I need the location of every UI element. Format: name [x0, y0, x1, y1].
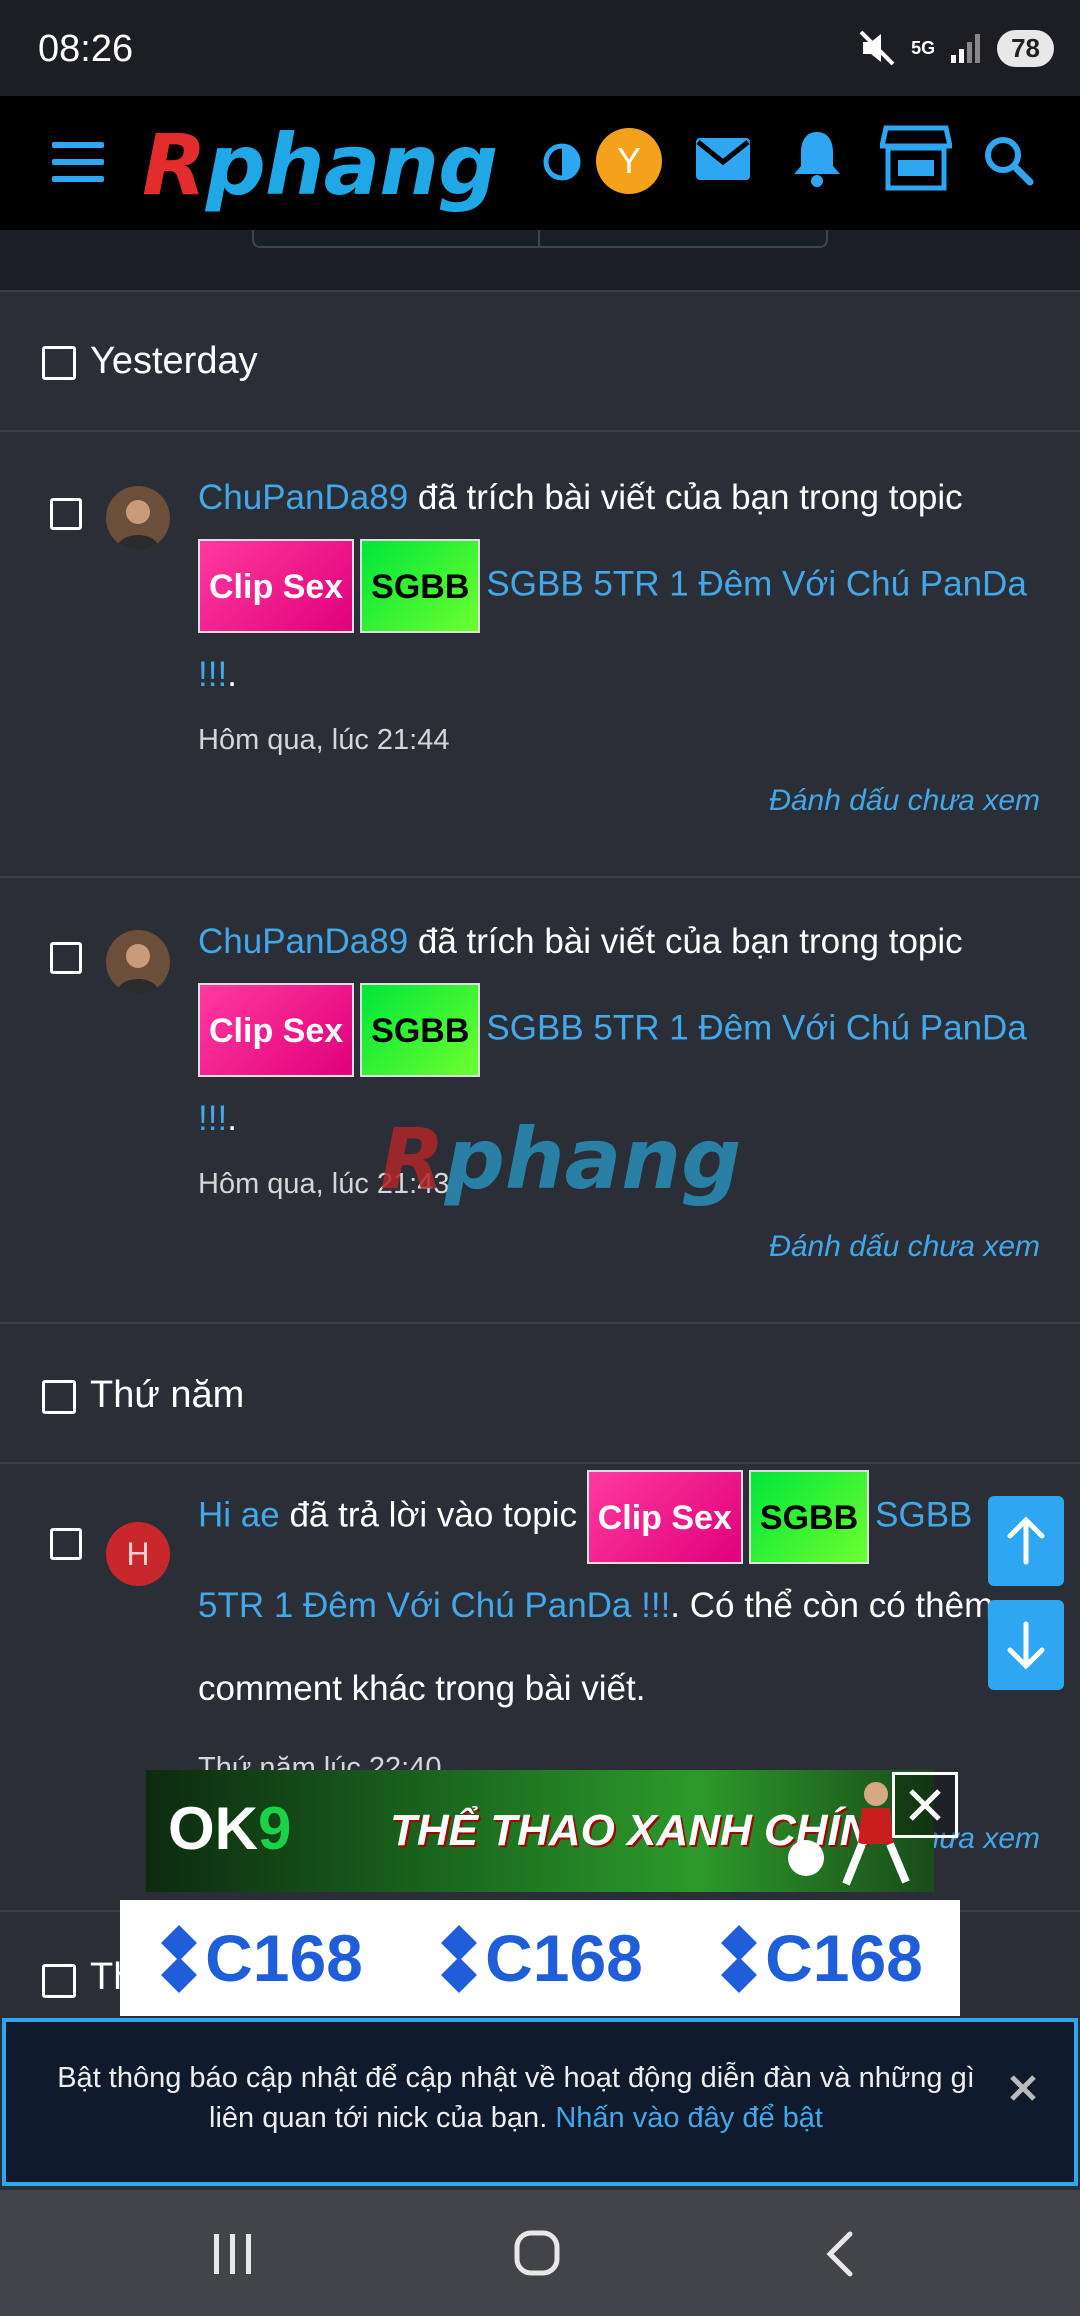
store-icon[interactable] — [880, 124, 952, 192]
diamond-logo-icon — [721, 1925, 758, 1993]
close-icon — [1010, 2075, 1036, 2101]
alert-user-link[interactable]: ChuPanDa89 — [198, 478, 408, 517]
alert-action: đã trả lời vào topic — [279, 1495, 587, 1535]
ad-logo-text: C168 — [205, 1921, 363, 1995]
site-header: Rphang Y — [0, 96, 1080, 230]
notice-message: Bật thông báo cập nhật để cập nhật về ho… — [57, 2062, 975, 2134]
avatar[interactable] — [106, 486, 170, 550]
alert-tail: . — [227, 1099, 237, 1138]
ad-brand-a: OK — [168, 1795, 258, 1862]
enable-notifications-link[interactable]: Nhấn vào đây để bật — [555, 2102, 823, 2134]
alert-content: ChuPanDa89 đã trích bài viết của bạn tro… — [198, 456, 1038, 716]
prefix-badge: Clip Sex — [586, 1470, 743, 1564]
notice-close-button[interactable] — [1006, 2070, 1040, 2115]
list-item: ChuPanDa89 đã trích bài viết của bạn tro… — [0, 434, 1080, 878]
prefix-badge: SGBB — [360, 983, 481, 1077]
group-label: Yesterday — [90, 340, 258, 382]
back-icon[interactable] — [820, 2230, 860, 2278]
user-avatar[interactable]: Y — [596, 128, 662, 194]
ad-close-button[interactable] — [892, 1772, 958, 1838]
ad-banner-ok9[interactable]: OK9 THỂ THAO XANH CHÍN — [146, 1770, 934, 1892]
ad-logo: C168 — [157, 1920, 363, 1996]
alert-checkbox[interactable] — [50, 1528, 82, 1560]
search-icon[interactable] — [982, 134, 1034, 186]
alert-tail: . — [227, 655, 237, 694]
battery-indicator: 78 — [997, 29, 1054, 67]
ad-banner-c168[interactable]: C168 C168 C168 — [120, 1900, 960, 2016]
ad-logo-text: C168 — [765, 1921, 923, 1995]
theme-toggle-icon[interactable] — [542, 142, 582, 182]
avatar[interactable] — [106, 930, 170, 994]
arrow-down-icon — [1007, 1621, 1045, 1670]
watermark-text: phang — [444, 1110, 742, 1208]
scroll-top-button[interactable] — [988, 1496, 1064, 1586]
mark-unread-link[interactable]: Đánh dấu chưa xem — [769, 784, 1040, 818]
list-item: ChuPanDa89 đã trích bài viết của bạn tro… — [0, 878, 1080, 1324]
ad-logo: C168 — [717, 1920, 923, 1996]
mute-icon — [859, 30, 895, 66]
prefix-badge: SGBB — [360, 539, 481, 633]
system-nav-bar — [0, 2190, 1080, 2316]
alert-action: đã trích bài viết của bạn trong topic — [408, 478, 963, 517]
close-icon — [909, 1789, 941, 1821]
recent-apps-icon[interactable] — [210, 2232, 256, 2276]
mail-icon[interactable] — [694, 136, 752, 182]
filter-segment[interactable] — [252, 230, 828, 248]
site-logo[interactable]: Rphang — [142, 116, 499, 214]
logo-text: phang — [205, 116, 499, 214]
group-label: Thứ năm — [90, 1374, 245, 1416]
group-checkbox[interactable] — [42, 1380, 76, 1414]
watermark-letter: R — [380, 1110, 445, 1208]
alert-checkbox[interactable] — [50, 942, 82, 974]
group-checkbox[interactable] — [42, 346, 76, 380]
bell-icon[interactable] — [790, 128, 844, 188]
group-header-yesterday: Yesterday — [0, 292, 1080, 432]
diamond-logo-icon — [441, 1925, 478, 1993]
ad-logo: C168 — [437, 1920, 643, 1996]
ad-brand: OK9 — [168, 1794, 291, 1863]
alert-date: Hôm qua, lúc 21:44 — [198, 724, 450, 756]
prefix-badge: Clip Sex — [198, 983, 355, 1077]
alert-checkbox[interactable] — [50, 498, 82, 530]
notice-text: Bật thông báo cập nhật để cập nhật về ho… — [46, 2058, 986, 2138]
watermark-logo: Rphang — [380, 1110, 741, 1208]
logo-letter: R — [142, 116, 207, 214]
group-checkbox[interactable] — [42, 1964, 76, 1998]
prefix-badge: SGBB — [748, 1470, 870, 1564]
prefix-badge: Clip Sex — [198, 539, 355, 633]
status-time: 08:26 — [38, 28, 134, 70]
status-bar: 08:26 5G 78 — [0, 0, 1080, 96]
alert-action: đã trích bài viết của bạn trong topic — [408, 922, 963, 961]
mark-unread-link[interactable]: Đánh dấu chưa xem — [769, 1230, 1040, 1264]
menu-icon[interactable] — [52, 142, 104, 182]
ad-brand-b: 9 — [258, 1795, 292, 1862]
signal-icon — [951, 34, 981, 63]
alert-content: Hi ae đã trả lời vào topic Clip Sex SGBB S… — [198, 1470, 1038, 1730]
filter-toolbar — [0, 230, 1080, 292]
alert-user-link[interactable]: Hi ae — [198, 1495, 280, 1534]
network-type: 5G — [911, 37, 936, 58]
group-header-thursday: Thứ năm — [0, 1324, 1080, 1464]
scroll-bottom-button[interactable] — [988, 1600, 1064, 1690]
home-icon[interactable] — [514, 2230, 560, 2276]
arrow-up-icon — [1007, 1516, 1045, 1565]
alert-user-link[interactable]: ChuPanDa89 — [198, 922, 408, 961]
ad-logo-text: C168 — [485, 1921, 643, 1995]
diamond-logo-icon — [161, 1925, 198, 1993]
status-icons: 5G 78 — [857, 28, 1054, 68]
push-notice-banner: Bật thông báo cập nhật để cập nhật về ho… — [2, 2018, 1078, 2186]
avatar[interactable]: H — [106, 1522, 170, 1586]
